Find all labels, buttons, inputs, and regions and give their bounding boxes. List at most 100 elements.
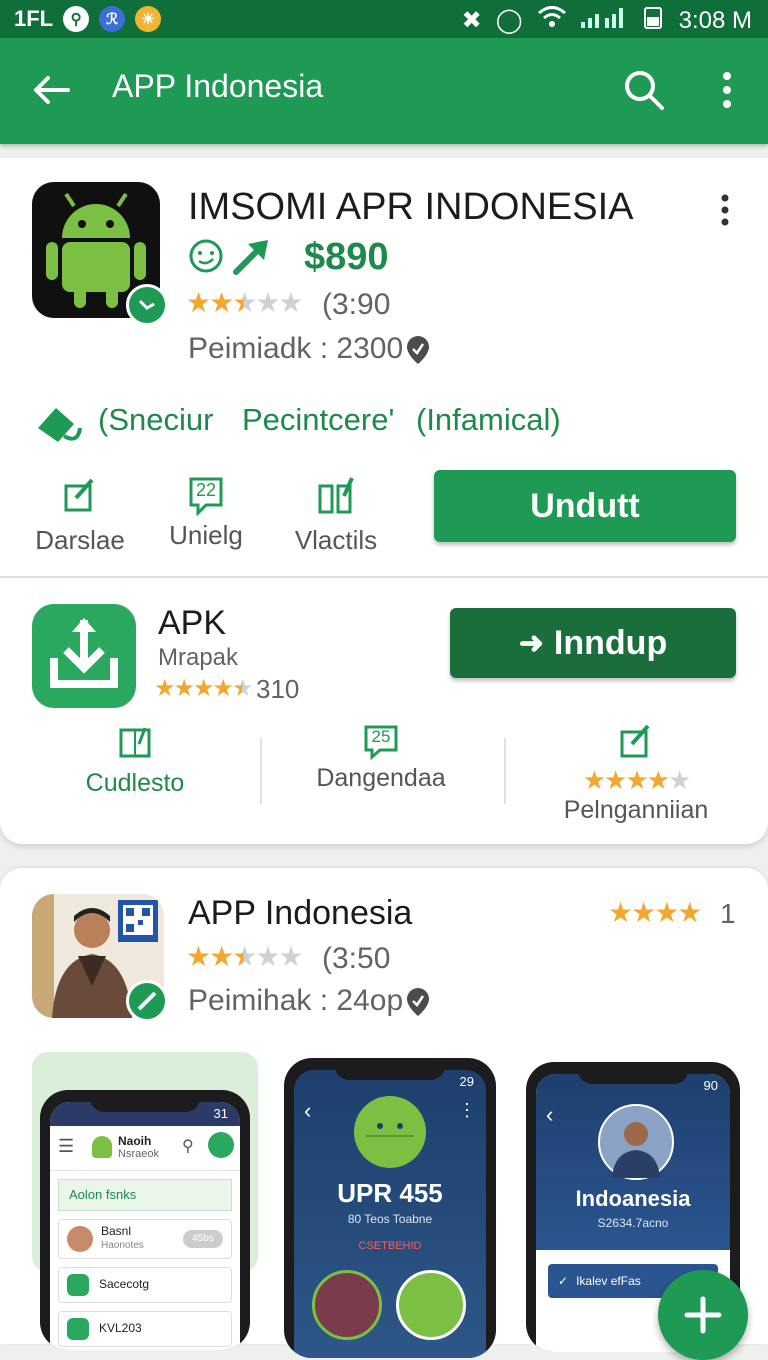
action-label: Pelnganniian [563,796,709,824]
phone-notch [90,1090,200,1112]
search-icon[interactable] [622,68,666,112]
screen-subtitle: 80 Teos Toabne [347,1212,433,1226]
plus-icon [684,1296,722,1334]
battery-icon [641,5,665,36]
back-arrow-icon[interactable] [30,68,74,112]
check-icon: ✓ [558,1274,569,1288]
back-icon: ‹ [546,1102,554,1127]
android-avatar [354,1096,426,1168]
screen-title: UPR 455 [337,1178,443,1208]
app-icon [67,1318,89,1340]
action-unielg[interactable]: 22 Unielg [156,476,256,556]
location-pin-icon [404,986,432,1023]
alarm-icon: ◯ [495,7,523,34]
action-label: Dangendaa [316,764,446,792]
action-vlactils[interactable]: Vlactils [286,476,386,556]
download-app-icon[interactable] [32,604,136,708]
verified-badge-icon [126,284,168,326]
signal-icon [580,6,627,35]
inndup-button[interactable]: ➜ Inndup [450,608,736,678]
rating-text: (3:50 [322,942,391,975]
action-label: Darslae [35,525,125,555]
android-avatar [396,1270,466,1340]
item-menu-icon[interactable] [712,192,738,233]
inndup-label: Inndup [553,623,668,662]
search-icon: ⚲ [182,1138,194,1155]
trending-icon [232,238,272,281]
rating-stars: ★★★★★ [186,941,304,972]
top-rating-stars: ★★★★ [608,897,702,928]
undutt-button[interactable]: Undutt [434,470,736,542]
location-pin-icon [404,334,432,371]
carrier-label: 1FL [14,6,54,31]
action-label: Unielg [169,520,243,550]
rating-stars: ★★★★★ [186,287,304,318]
app-indonesia-card[interactable]: APP Indonesia ★★★★ 1 ★★★★★ (3:50 Peimiha… [0,868,768,1358]
screenshot-2[interactable]: 29 ‹ ⋮ UPR 455 80 Teos Toabne CSETBEHID [284,1058,496,1358]
smile-icon [188,238,224,279]
action-darslae[interactable]: Darslae [30,476,130,556]
add-fab-button[interactable] [658,1270,748,1360]
pelnganniian-stars: ★★★★★ [582,765,692,795]
mute-icon: ✖ [461,7,482,34]
verified-badge-icon [126,980,168,1022]
app-price: $890 [304,236,389,278]
app-notification-icon: ℛ [99,6,126,32]
tag-icon [34,402,84,449]
app-icon [67,1274,89,1296]
action-pelnganniian[interactable]: ★★★★★ Pelnganniian [556,724,716,834]
chat-icon [208,1132,234,1158]
avatar [598,1104,674,1180]
list-item: KVL203 [58,1311,232,1347]
tag-3[interactable]: (Infamical) [416,402,561,438]
apk-card[interactable]: APK Mrapak ★★★★★ 310 ➜ Inndup Cudlesto 2… [0,578,768,844]
list-item: Sacecotg [58,1267,232,1303]
divider [260,738,262,804]
featured-app-card[interactable]: IMSOMI APR INDONESIA $890 ★★★★★ (3:90 Pe… [0,158,768,576]
section-title: Aolon fsnks [58,1179,232,1211]
divider [504,738,506,804]
sun-notification-icon: ☀ [135,6,162,32]
messenger-icon: ⚲ [63,6,90,32]
action-label: Vlactils [294,525,378,555]
back-icon: ‹ [304,1098,312,1123]
apk-rating-stars: ★★★★★ [154,675,254,702]
wifi-icon [537,6,567,35]
compare-icon [318,477,354,514]
apk-subtitle: Mrapak [158,644,239,671]
phone-status: 90 [703,1078,718,1093]
screenshot-1[interactable]: 31 ☰ Naoih Nsraeok ⚲ Aolon fsnks Basnl H… [40,1090,250,1350]
android-icon [92,1136,112,1158]
apk-name[interactable]: APK [158,604,226,643]
apk-rating-count: 310 [256,674,300,704]
app-bar: APP Indonesia [0,38,768,144]
rating-text: (3:90 [322,288,391,321]
app-name[interactable]: APP Indonesia [188,894,412,933]
publisher-label: Peimihak : 24op [188,984,404,1017]
phone-notch [335,1058,445,1080]
app-name[interactable]: IMSOMI APR INDONESIA [188,186,634,229]
avatar [67,1226,93,1252]
edit-icon [64,478,94,512]
clock: 3:08 M [678,6,752,34]
chat-badge-icon: 22 [188,476,224,517]
list-item: Basnl Haonotes 45bs [58,1219,232,1259]
overflow-menu-icon[interactable] [712,68,742,112]
page-title: APP Indonesia [112,68,324,104]
phone-notch [578,1062,688,1084]
screen-subtitle: S2634.7acno [597,1216,669,1230]
tag-2[interactable]: Pecintcere' [242,402,394,438]
status-bar: 1FL ⚲ ℛ ☀ ✖ ◯ 3:08 M [0,0,768,38]
hamburger-icon: ☰ [58,1136,75,1156]
chat-badge-icon: 25 [363,724,399,761]
screen-tag: CSETBEHID [358,1240,422,1252]
menu-icon: ⋮ [458,1100,476,1120]
publisher-label: Peimiadk : 2300 [188,332,404,365]
avatar [312,1270,382,1340]
tag-1[interactable]: (Sneciur [98,402,213,438]
edit-icon [620,724,650,758]
action-cudlesto[interactable]: Cudlesto [60,724,210,804]
screen-title: Indoanesia [575,1186,691,1211]
top-rating-count: 1 [720,898,736,929]
action-dangendaa[interactable]: 25 Dangendaa [306,724,456,804]
